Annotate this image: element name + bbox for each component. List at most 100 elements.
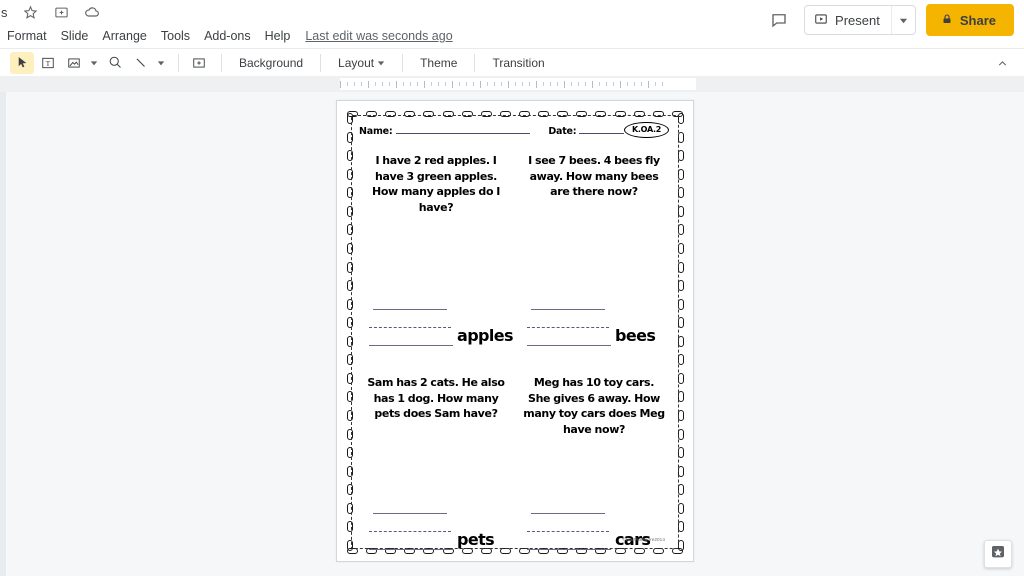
ruler-tick [501,82,502,86]
answer-2-label: bees [615,326,656,345]
problem-1-text: I have 2 red apples. I have 3 green appl… [371,154,500,214]
hw-top-line [531,309,605,310]
problem-2: I see 7 bees. 4 bees fly away. How many … [515,149,673,215]
explore-button[interactable] [984,540,1012,568]
ruler-tick [375,82,376,86]
shape-icon[interactable] [103,52,127,74]
menu-slide[interactable]: Slide [54,24,96,48]
last-edit-status[interactable]: Last edit was seconds ago [305,29,452,43]
toolbar-divider-4 [402,53,404,72]
chevron-up-icon[interactable] [992,53,1012,73]
toolbar-divider-3 [320,53,322,72]
ruler-tick [452,80,453,88]
line-dropdown-caret-icon[interactable] [155,52,167,74]
ruler-tick [417,82,418,86]
select-cursor-icon[interactable] [10,51,34,74]
answer-3: pets [357,501,515,553]
problem-2-text: I see 7 bees. 4 bees fly away. How many … [528,154,660,198]
problem-3: Sam has 2 cats. He also has 1 dog. How m… [357,371,515,437]
problem-1: I have 2 red apples. I have 3 green appl… [357,149,515,215]
ruler-tick [564,80,565,88]
ruler-tick [627,82,628,86]
present-button[interactable]: Present [805,6,891,34]
problem-4: Meg has 10 toy cars. She gives 6 away. H… [515,371,673,437]
answer-3-label: pets [457,530,495,549]
ruler-tick [550,82,551,86]
ruler-tick [396,80,397,88]
present-play-icon [814,12,828,29]
background-button[interactable]: Background [230,52,312,74]
name-input-line[interactable] [395,123,531,134]
ruler-tick [487,82,488,86]
menu-format[interactable]: Format [0,24,54,48]
app-header: s Format Slide Arrange Tools Add-ons Hel… [0,0,1024,48]
horizontal-ruler[interactable] [340,78,696,90]
cloud-saved-icon[interactable] [84,4,101,21]
answer-row-1: apples bees [357,297,673,349]
ruler-tick [585,82,586,86]
hw-top-line [531,513,605,514]
standard-badge: K.OA.2 [624,122,669,138]
image-dropdown-caret-icon[interactable] [88,52,100,74]
ruler-tick [431,82,432,86]
menu-arrange[interactable]: Arrange [95,24,153,48]
ruler-tick [424,80,425,88]
menu-tools[interactable]: Tools [154,24,197,48]
explore-add-icon [990,544,1006,565]
ruler-tick [438,82,439,86]
insert-image-icon[interactable] [62,52,86,74]
hw-top-line [373,513,447,514]
svg-text:T: T [46,58,51,67]
ruler-tick [340,80,341,88]
star-icon[interactable] [22,4,39,21]
problem-row-1: I have 2 red apples. I have 3 green appl… [357,149,673,215]
theme-button[interactable]: Theme [411,52,466,74]
answer-4: cars [515,501,673,553]
ruler-tick [522,82,523,86]
date-input-line[interactable] [579,123,625,134]
ruler-tick [494,82,495,86]
hw-bottom-line [369,549,453,550]
transition-button[interactable]: Transition [483,52,553,74]
handwriting-lines-2[interactable] [527,303,612,349]
answer-1: apples [357,297,515,349]
comment-icon[interactable] [764,5,794,35]
slide-canvas[interactable]: Name: Date: K.OA.2 I have 2 red apples. … [336,100,694,562]
layout-dropdown-caret-icon[interactable] [377,59,394,67]
menu-help[interactable]: Help [258,24,298,48]
share-label: Share [959,12,996,28]
menu-addons[interactable]: Add-ons [197,24,258,48]
move-to-folder-icon[interactable] [53,4,70,21]
hw-mid-dashed-line [527,531,609,532]
handwriting-lines-3[interactable] [369,507,454,553]
problem-4-text: Meg has 10 toy cars. She gives 6 away. H… [523,376,665,436]
layout-button[interactable]: Layout [329,52,377,74]
line-icon[interactable] [129,52,153,74]
toolbar-divider-2 [221,53,222,72]
ruler-tick [466,82,467,86]
lock-icon [941,13,953,28]
ruler-tick [354,82,355,86]
hw-mid-dashed-line [369,531,451,532]
present-dropdown-caret-icon[interactable] [890,6,915,34]
hw-bottom-line [527,345,611,346]
share-button[interactable]: Share [925,4,1014,36]
ruler-tick [606,82,607,86]
ruler-tick [445,82,446,86]
toolbar-divider-5 [474,53,476,72]
answer-2: bees [515,297,673,349]
hw-top-line [373,309,447,310]
handwriting-lines-1[interactable] [369,303,454,349]
present-group: Present [804,5,916,35]
text-box-icon[interactable]: T [36,52,60,74]
handwriting-lines-4[interactable] [527,507,612,553]
document-title-row: s [0,0,101,24]
document-title[interactable]: s [0,5,8,20]
ruler-tick [648,80,649,88]
ruler-tick [382,82,383,86]
insert-comment-icon[interactable] [187,52,211,74]
hw-bottom-line [527,549,611,550]
ruler-tick [592,80,593,88]
name-label: Name: [359,126,393,137]
ruler-tick [529,82,530,86]
